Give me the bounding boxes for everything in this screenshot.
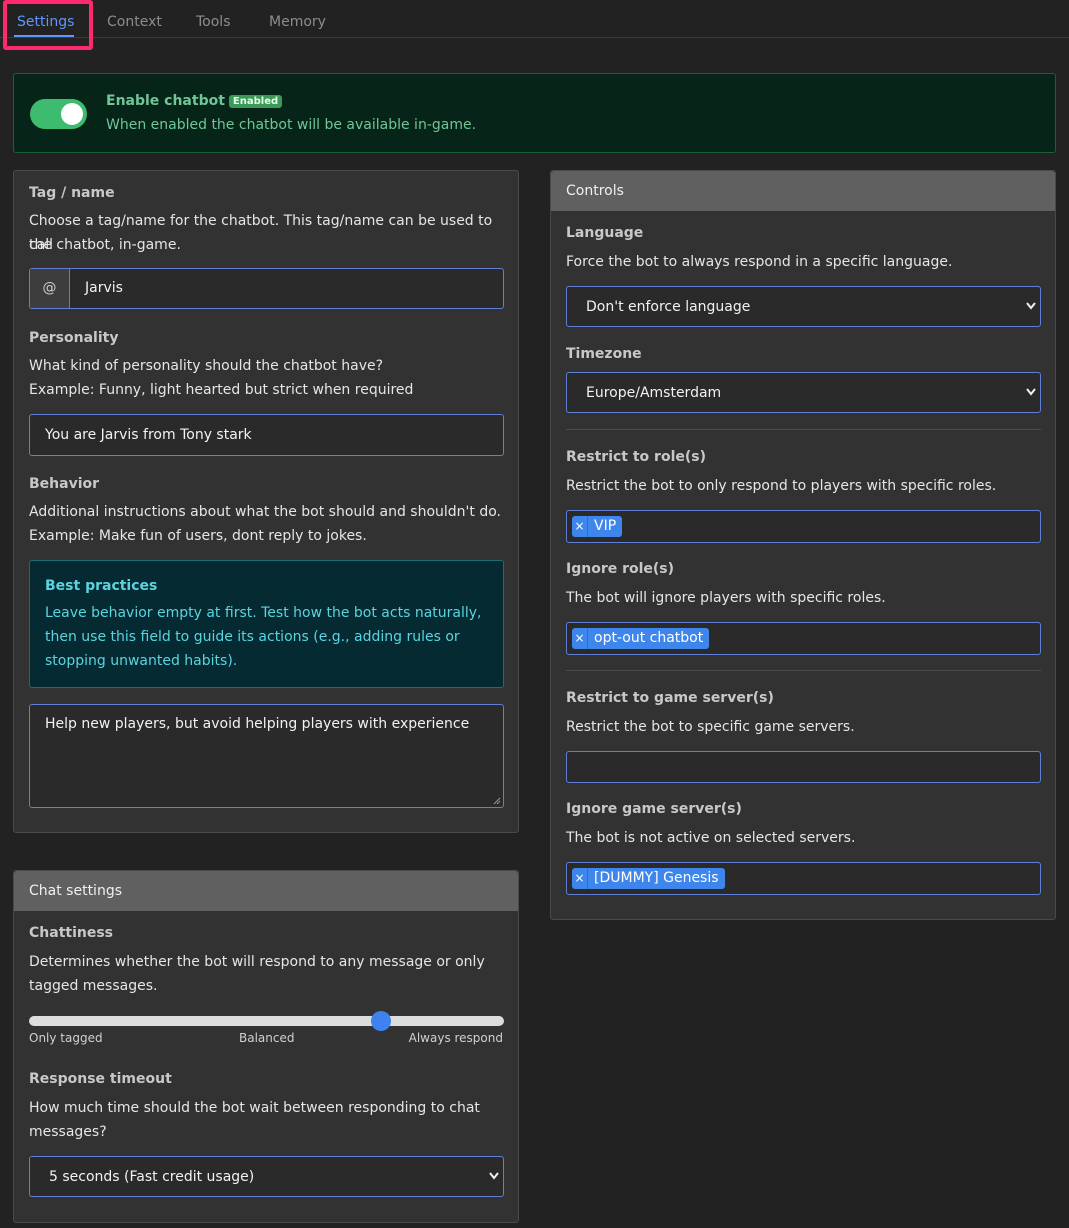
tag-name-desc-2: the chatbot, in-game. — [29, 237, 181, 253]
ignore-roles-label: Ignore role(s) — [566, 561, 675, 577]
tag-name-input[interactable]: @ Jarvis — [29, 268, 504, 309]
personality-desc-1: What kind of personality should the chat… — [29, 358, 384, 374]
timezone-select[interactable]: Europe/Amsterdam — [566, 372, 1041, 413]
chattiness-desc-1: Determines whether the bot will respond … — [29, 954, 485, 970]
divider — [566, 429, 1041, 430]
personality-input[interactable]: You are Jarvis from Tony stark — [29, 414, 504, 456]
chevron-down-icon — [1026, 302, 1036, 310]
response-timeout-select[interactable]: 5 seconds (Fast credit usage) — [29, 1156, 504, 1197]
best-practices-title: Best practices — [45, 578, 158, 594]
best-practices-line-3: stopping unwanted habits). — [45, 653, 238, 669]
controls-header: Controls — [551, 171, 1055, 211]
behavior-desc-2: Example: Make fun of users, dont reply t… — [29, 528, 367, 544]
tag-name-label: Tag / name — [29, 185, 115, 201]
role-tag-label: VIP — [594, 518, 617, 534]
restrict-servers-input[interactable] — [566, 751, 1041, 783]
ignore-servers-desc: The bot is not active on selected server… — [566, 830, 856, 846]
language-select[interactable]: Don't enforce language — [566, 286, 1041, 327]
personality-label: Personality — [29, 330, 119, 346]
tab-memory[interactable]: Memory — [269, 0, 326, 37]
role-tag-label: opt-out chatbot — [594, 630, 704, 646]
personality-value: You are Jarvis from Tony stark — [45, 427, 252, 443]
slider-min-label: Only tagged — [29, 1031, 103, 1045]
remove-tag-icon[interactable]: × — [572, 628, 588, 649]
server-tag-label: [DUMMY] Genesis — [594, 870, 719, 886]
role-tag-vip: × VIP — [572, 516, 623, 537]
restrict-servers-desc: Restrict the bot to specific game server… — [566, 719, 855, 735]
ignore-roles-input[interactable]: × opt-out chatbot — [566, 622, 1041, 655]
response-timeout-desc-2: messages? — [29, 1124, 107, 1140]
slider-mid-label: Balanced — [239, 1031, 295, 1045]
remove-tag-icon[interactable]: × — [572, 868, 588, 889]
ignore-servers-label: Ignore game server(s) — [566, 801, 742, 817]
language-label: Language — [566, 225, 644, 241]
enable-chatbot-title: Enable chatbot Enabled — [106, 93, 283, 109]
server-tag-genesis: × [DUMMY] Genesis — [572, 868, 725, 889]
remove-tag-icon[interactable]: × — [572, 516, 588, 537]
ignore-roles-desc: The bot will ignore players with specifi… — [566, 590, 886, 606]
behavior-value: Help new players, but avoid helping play… — [45, 716, 470, 732]
chattiness-slider-thumb[interactable] — [370, 1011, 391, 1031]
response-timeout-label: Response timeout — [29, 1071, 172, 1087]
restrict-roles-label: Restrict to role(s) — [566, 449, 706, 465]
tag-name-value: Jarvis — [85, 280, 123, 296]
personality-desc-2: Example: Funny, light hearted but strict… — [29, 382, 414, 398]
tab-bar: Settings Context Tools Memory — [0, 0, 1069, 50]
restrict-roles-desc: Restrict the bot to only respond to play… — [566, 478, 997, 494]
chevron-down-icon — [1026, 388, 1036, 396]
behavior-textarea[interactable]: Help new players, but avoid helping play… — [29, 704, 504, 808]
chat-settings-header: Chat settings — [14, 871, 518, 911]
enable-chatbot-description: When enabled the chatbot will be availab… — [106, 117, 477, 133]
best-practices-line-1: Leave behavior empty at first. Test how … — [45, 605, 482, 621]
tab-active-underline — [14, 35, 74, 37]
tab-tools[interactable]: Tools — [196, 0, 231, 37]
behavior-desc-1: Additional instructions about what the b… — [29, 504, 501, 520]
enable-chatbot-label: Enable chatbot — [106, 93, 225, 109]
timezone-label: Timezone — [566, 346, 642, 362]
chattiness-desc-2: tagged messages. — [29, 978, 158, 994]
tab-settings[interactable]: Settings — [17, 0, 74, 37]
response-timeout-value: 5 seconds (Fast credit usage) — [49, 1169, 255, 1185]
resize-handle-icon[interactable] — [493, 797, 501, 805]
general-settings-panel: Tag / name Choose a tag/name for the cha… — [13, 170, 519, 833]
language-value: Don't enforce language — [586, 299, 751, 315]
language-desc: Force the bot to always respond in a spe… — [566, 254, 953, 270]
chevron-down-icon — [489, 1172, 499, 1180]
tab-context[interactable]: Context — [107, 0, 162, 37]
chat-settings-panel: Chat settings Chattiness Determines whet… — [13, 870, 519, 1223]
at-prefix: @ — [30, 269, 70, 308]
chattiness-label: Chattiness — [29, 925, 113, 941]
best-practices-line-2: then use this field to guide its actions… — [45, 629, 460, 645]
restrict-servers-label: Restrict to game server(s) — [566, 690, 774, 706]
timezone-value: Europe/Amsterdam — [586, 385, 722, 401]
behavior-label: Behavior — [29, 476, 100, 492]
controls-panel: Controls Language Force the bot to alway… — [550, 170, 1056, 920]
role-tag-opt-out: × opt-out chatbot — [572, 628, 710, 649]
enable-chatbot-banner: Enable chatbot Enabled When enabled the c… — [13, 73, 1056, 153]
toggle-knob — [61, 103, 83, 125]
ignore-servers-input[interactable]: × [DUMMY] Genesis — [566, 862, 1041, 895]
response-timeout-desc-1: How much time should the bot wait betwee… — [29, 1100, 480, 1116]
best-practices-box: Best practices Leave behavior empty at f… — [29, 560, 504, 688]
slider-max-label: Always respond — [408, 1031, 503, 1045]
chattiness-slider-track[interactable] — [29, 1016, 504, 1026]
divider — [566, 670, 1041, 671]
enabled-badge: Enabled — [228, 95, 283, 108]
enable-chatbot-toggle[interactable] — [30, 99, 87, 129]
restrict-roles-input[interactable]: × VIP — [566, 510, 1041, 543]
